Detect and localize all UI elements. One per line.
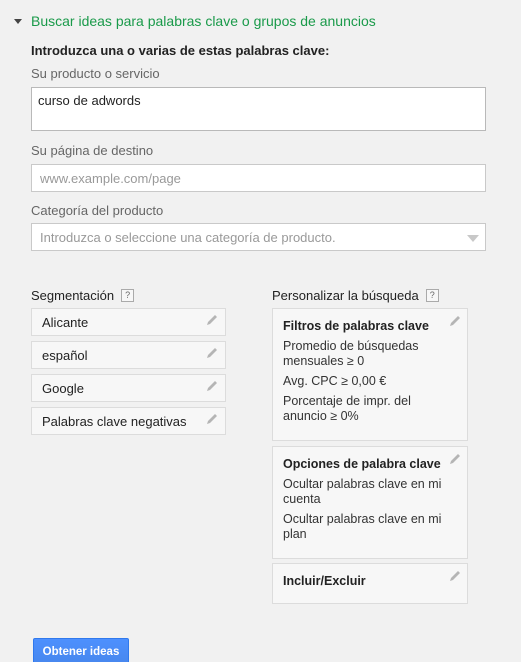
targeting-help-icon[interactable]: ? (121, 289, 135, 302)
targeting-location[interactable]: Alicante (31, 308, 226, 336)
category-label: Categoría del producto (31, 203, 164, 218)
card-title: Opciones de palabra clave (283, 457, 441, 471)
keyword-filters-card[interactable]: Filtros de palabras clave Promedio de bú… (272, 308, 468, 441)
targeting-negative-keywords-label: Palabras clave negativas (42, 414, 187, 429)
landing-page-label: Su página de destino (31, 143, 154, 158)
include-exclude-card[interactable]: Incluir/Excluir (272, 563, 468, 604)
pencil-icon (207, 315, 217, 325)
card-line: Ocultar palabras clave en mi plan (283, 512, 442, 541)
product-input[interactable]: curso de adwords (31, 87, 486, 131)
pencil-icon (450, 571, 460, 581)
targeting-language[interactable]: español (31, 341, 226, 369)
customize-help-icon[interactable]: ? (425, 289, 439, 302)
pencil-icon (207, 414, 217, 424)
customize-title-text: Personalizar la búsqueda (272, 288, 419, 303)
keyword-options-card[interactable]: Opciones de palabra clave Ocultar palabr… (272, 446, 468, 559)
targeting-location-label: Alicante (42, 315, 89, 330)
section-toggle[interactable]: Buscar ideas para palabras clave o grupo… (14, 11, 376, 31)
card-line: Promedio de búsquedas mensuales ≥ 0 (283, 339, 419, 368)
card-title: Filtros de palabras clave (283, 319, 429, 333)
category-select[interactable]: Introduzca o seleccione una categoría de… (31, 223, 486, 251)
get-ideas-button[interactable]: Obtener ideas (33, 638, 129, 662)
pencil-icon (450, 454, 460, 464)
pencil-icon (207, 348, 217, 358)
targeting-language-label: español (42, 348, 88, 363)
landing-page-input[interactable]: www.example.com/page (31, 164, 486, 192)
targeting-negative-keywords[interactable]: Palabras clave negativas (31, 407, 226, 435)
targeting-title: Segmentación ? (31, 288, 135, 303)
customize-title: Personalizar la búsqueda ? (272, 288, 439, 303)
collapse-triangle-icon (14, 19, 22, 24)
intro-heading: Introduzca una o varias de estas palabra… (31, 43, 330, 58)
category-placeholder: Introduzca o seleccione una categoría de… (40, 230, 336, 245)
product-label: Su producto o servicio (31, 66, 160, 81)
card-line: Porcentaje de impr. del anuncio ≥ 0% (283, 394, 411, 423)
targeting-title-text: Segmentación (31, 288, 115, 303)
card-line: Avg. CPC ≥ 0,00 € (283, 374, 387, 388)
pencil-icon (207, 381, 217, 391)
card-title: Incluir/Excluir (283, 574, 366, 588)
section-title: Buscar ideas para palabras clave o grupo… (31, 13, 376, 29)
pencil-icon (450, 316, 460, 326)
targeting-network-label: Google (42, 381, 84, 396)
dropdown-arrow-icon (467, 235, 479, 242)
targeting-network[interactable]: Google (31, 374, 226, 402)
card-line: Ocultar palabras clave en mi cuenta (283, 477, 442, 506)
